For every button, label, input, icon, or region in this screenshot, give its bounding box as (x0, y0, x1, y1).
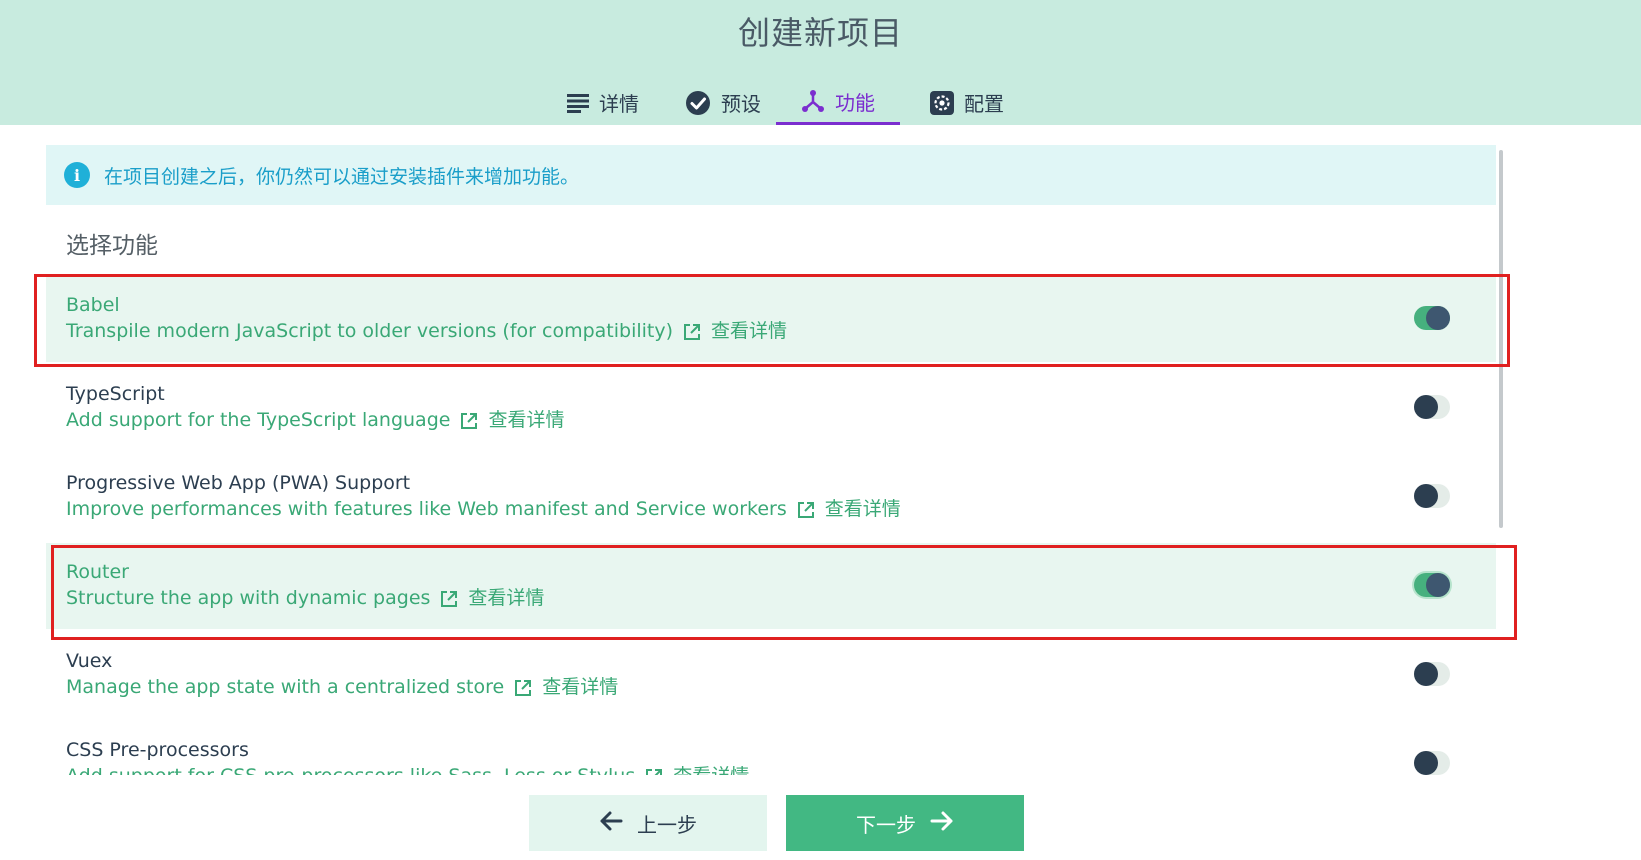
feature-item-typescript[interactable]: TypeScript Add support for the TypeScrip… (46, 365, 1496, 451)
feature-name: Router (66, 561, 129, 583)
arrow-right-icon (930, 810, 954, 837)
footer: 上一步 下一步 (0, 775, 1641, 860)
feature-description-text: Add support for CSS pre-processors like … (66, 763, 635, 775)
details-link[interactable]: 查看详情 (673, 763, 749, 775)
next-button[interactable]: 下一步 (786, 795, 1024, 851)
feature-description: Improve performances with features like … (66, 496, 1496, 522)
details-link[interactable]: 查看详情 (711, 318, 787, 344)
details-link[interactable]: 查看详情 (468, 585, 544, 611)
feature-name: Vuex (66, 650, 113, 672)
toggle-knob (1414, 484, 1438, 508)
external-link-icon[interactable] (683, 322, 701, 340)
details-link[interactable]: 查看详情 (488, 407, 564, 433)
feature-description: Add support for CSS pre-processors like … (66, 763, 1496, 775)
feature-description-text: Structure the app with dynamic pages (66, 587, 431, 609)
external-link-icon[interactable] (514, 678, 532, 696)
toggle-knob (1414, 751, 1438, 775)
toggle-switch[interactable] (1414, 662, 1450, 686)
external-link-icon[interactable] (645, 767, 663, 775)
feature-description: Manage the app state with a centralized … (66, 674, 1496, 700)
toggle-knob (1426, 306, 1450, 330)
details-link[interactable]: 查看详情 (825, 496, 901, 522)
feature-list: Babel Transpile modern JavaScript to old… (0, 0, 1641, 775)
toggle-switch[interactable] (1414, 395, 1450, 419)
feature-name: Babel (66, 294, 120, 316)
details-link[interactable]: 查看详情 (542, 674, 618, 700)
feature-description: Structure the app with dynamic pages 查看详… (66, 585, 1496, 611)
feature-description-text: Transpile modern JavaScript to older ver… (66, 320, 674, 342)
external-link-icon[interactable] (440, 589, 458, 607)
feature-description: Transpile modern JavaScript to older ver… (66, 318, 1496, 344)
toggle-knob (1414, 395, 1438, 419)
previous-button[interactable]: 上一步 (529, 795, 767, 851)
toggle-knob (1414, 662, 1438, 686)
toggle-switch[interactable] (1414, 484, 1450, 508)
feature-description-text: Manage the app state with a centralized … (66, 676, 505, 698)
arrow-left-icon (599, 810, 623, 837)
next-button-label: 下一步 (856, 812, 916, 837)
feature-name: TypeScript (66, 383, 165, 405)
feature-description-text: Add support for the TypeScript language (66, 409, 451, 431)
feature-name: Progressive Web App (PWA) Support (66, 472, 411, 494)
toggle-switch[interactable] (1414, 306, 1450, 330)
toggle-switch[interactable] (1414, 573, 1450, 597)
external-link-icon[interactable] (797, 500, 815, 518)
toggle-switch[interactable] (1414, 751, 1450, 775)
feature-item-pwa[interactable]: Progressive Web App (PWA) Support Improv… (46, 454, 1496, 540)
feature-item-router[interactable]: Router Structure the app with dynamic pa… (46, 543, 1496, 629)
feature-item-babel[interactable]: Babel Transpile modern JavaScript to old… (46, 276, 1496, 362)
toggle-knob (1426, 573, 1450, 597)
external-link-icon[interactable] (460, 411, 478, 429)
feature-item-css-preprocessors[interactable]: CSS Pre-processors Add support for CSS p… (46, 721, 1496, 775)
feature-description: Add support for the TypeScript language … (66, 407, 1496, 433)
feature-description-text: Improve performances with features like … (66, 498, 787, 520)
previous-button-label: 上一步 (637, 812, 697, 837)
feature-item-vuex[interactable]: Vuex Manage the app state with a central… (46, 632, 1496, 718)
feature-name: CSS Pre-processors (66, 739, 249, 761)
